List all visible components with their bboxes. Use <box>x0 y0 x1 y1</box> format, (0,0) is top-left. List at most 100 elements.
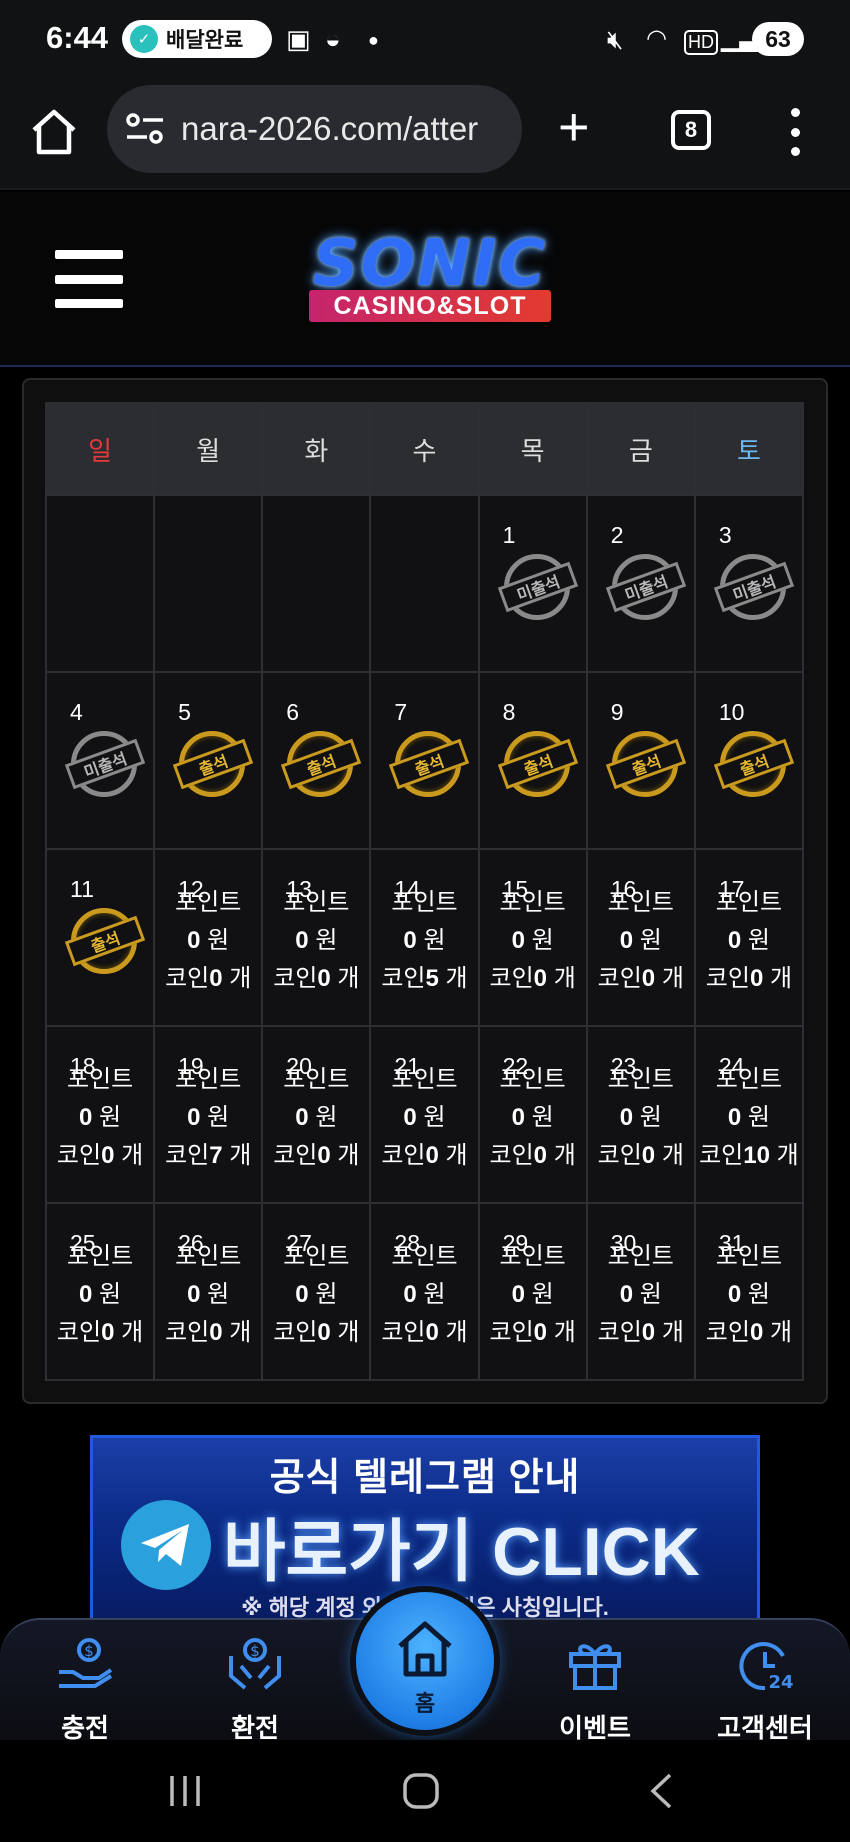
browser-home-icon[interactable] <box>28 106 80 158</box>
count-unit: 개 <box>229 1319 252 1346</box>
calendar-day-cell: 31 포인트 0 원 코인0 개 <box>693 1202 805 1381</box>
coin-label: 코인 <box>489 1319 534 1346</box>
browser-toolbar: nara-2026.com/atter + 8 <box>0 80 850 190</box>
day-number: 1 <box>502 522 516 548</box>
coin-label: 코인 <box>705 965 750 992</box>
new-tab-plus-icon[interactable]: + <box>558 100 590 154</box>
day-number: 6 <box>286 699 300 725</box>
reward-info: 포인트 0 원 코인7 개 <box>155 1061 261 1175</box>
weekday-header-row: 일월화수목금토 <box>44 402 805 496</box>
tab-switcher-button[interactable]: 8 <box>671 110 711 150</box>
point-label: 포인트 <box>607 889 674 916</box>
won-unit: 원 <box>531 1281 554 1308</box>
point-label: 포인트 <box>715 1243 783 1270</box>
battery-indicator: 63 <box>752 22 804 56</box>
status-time: 6:44 <box>46 20 109 55</box>
coin-value: 0 <box>425 1319 439 1346</box>
telegram-banner-title: 공식 텔레그램 안내 <box>269 1457 581 1499</box>
delivery-notification-pill[interactable]: ✓ 배달완료 <box>122 20 272 58</box>
reward-info: 포인트 0 원 코인0 개 <box>588 884 694 998</box>
point-value: 0 <box>187 1281 201 1308</box>
hamburger-menu-icon[interactable] <box>55 250 123 308</box>
absent-stamp-icon: 미출석 <box>713 554 794 624</box>
calendar-day-cell: 2 미출석 <box>585 494 696 673</box>
count-unit: 개 <box>445 965 468 992</box>
point-value: 0 <box>403 1104 417 1131</box>
system-home-icon[interactable] <box>402 1772 440 1810</box>
point-value: 0 <box>511 1281 525 1308</box>
calendar-day-cell: 10 출석 <box>693 671 805 850</box>
point-value: 0 <box>619 1281 634 1308</box>
won-unit: 원 <box>423 927 446 954</box>
reward-info: 포인트 0 원 코인0 개 <box>263 1061 369 1175</box>
point-label: 포인트 <box>283 1066 350 1093</box>
reward-info: 포인트 0 원 코인5 개 <box>371 884 477 998</box>
coin-value: 0 <box>533 965 548 992</box>
won-unit: 원 <box>423 1104 446 1131</box>
nav-home-button[interactable]: 홈 <box>356 1592 494 1730</box>
coin-label: 코인 <box>597 1319 642 1346</box>
site-logo[interactable]: SONIC CASINO&SLOT <box>285 227 575 332</box>
present-stamp-icon: 출석 <box>389 731 470 801</box>
absent-stamp-icon: 미출석 <box>605 554 686 624</box>
calendar-week-row: 11 출석 12 포인트 0 원 코인0 개 13 포인트 0 원 코인0 개 14 포인트 0 원 코인… <box>44 848 805 1027</box>
reward-info: 포인트 0 원 코인0 개 <box>480 1238 586 1352</box>
weekday-header: 화 <box>261 402 372 496</box>
point-label: 포인트 <box>499 889 566 916</box>
food-bowl-icon: ◒ <box>325 24 341 54</box>
present-stamp-icon: 출석 <box>713 731 794 801</box>
count-unit: 개 <box>553 965 576 992</box>
absent-stamp-icon: 미출석 <box>497 554 578 624</box>
count-unit: 개 <box>769 1319 793 1346</box>
point-label: 포인트 <box>391 889 458 916</box>
weekday-header: 수 <box>369 402 480 496</box>
day-number: 4 <box>70 699 83 725</box>
calendar-day-cell: 14 포인트 0 원 코인5 개 <box>369 848 480 1027</box>
calendar-empty-cell <box>261 494 372 673</box>
point-value: 0 <box>727 1104 742 1131</box>
svg-text:24: 24 <box>768 1672 793 1692</box>
calendar-week-row: 18 포인트 0 원 코인0 개 19 포인트 0 원 코인7 개 20 포인트 0 원 코인0 개2… <box>44 1025 805 1204</box>
won-unit: 원 <box>99 1104 122 1131</box>
browser-menu-icon[interactable] <box>788 108 802 156</box>
calendar-day-cell: 22 포인트 0 원 코인0 개 <box>477 1025 588 1204</box>
reward-info: 포인트 0 원 코인0 개 <box>696 1238 802 1352</box>
back-icon[interactable] <box>648 1772 674 1810</box>
point-value: 0 <box>187 927 201 954</box>
point-value: 0 <box>511 927 525 954</box>
count-unit: 개 <box>553 1319 576 1346</box>
nav-support[interactable]: 24 고객센터 <box>690 1634 840 1745</box>
calendar-day-cell: 23 포인트 0 원 코인0 개 <box>585 1025 696 1204</box>
coin-label: 코인 <box>165 1142 210 1169</box>
calendar-day-cell: 6 출석 <box>261 671 372 850</box>
nav-event[interactable]: 이벤트 <box>520 1634 670 1745</box>
deposit-hand-coin-icon: $ <box>10 1634 160 1694</box>
calendar-day-cell: 21 포인트 0 원 코인0 개 <box>369 1025 480 1204</box>
reward-info: 포인트 0 원 코인0 개 <box>263 1238 369 1352</box>
nav-withdraw[interactable]: $ 환전 <box>180 1634 330 1745</box>
point-value: 0 <box>403 927 417 954</box>
coin-value: 0 <box>533 1319 548 1346</box>
point-value: 0 <box>295 927 309 954</box>
won-unit: 원 <box>531 927 554 954</box>
address-bar[interactable]: nara-2026.com/atter <box>107 85 522 173</box>
coin-value: 10 <box>743 1142 770 1169</box>
dot-icon: ● <box>368 30 379 50</box>
site-settings-icon[interactable] <box>125 111 165 147</box>
telegram-cta-text: 바로가기 CLICK <box>223 1514 700 1590</box>
calendar-day-cell: 13 포인트 0 원 코인0 개 <box>261 848 372 1027</box>
coin-label: 코인 <box>597 1142 642 1169</box>
weekday-header: 일 <box>44 402 156 496</box>
calendar-empty-cell <box>44 494 156 673</box>
calendar-day-cell: 15 포인트 0 원 코인0 개 <box>477 848 588 1027</box>
calendar-body: 1 미출석 2 미출석 3 미출석 4 미출석 5 출석 6 출석 7 출석 8 출석 9 출석 10 출석 11 출석 1… <box>44 494 805 1381</box>
recent-apps-icon[interactable] <box>168 1774 202 1808</box>
point-value: 0 <box>187 1104 201 1131</box>
nav-deposit[interactable]: $ 충전 <box>10 1634 160 1745</box>
day-number: 9 <box>610 699 624 725</box>
point-label: 포인트 <box>175 1066 242 1093</box>
point-label: 포인트 <box>66 1066 134 1093</box>
point-label: 포인트 <box>715 1066 783 1093</box>
coin-label: 코인 <box>165 1319 210 1346</box>
coin-value: 7 <box>209 1142 223 1169</box>
